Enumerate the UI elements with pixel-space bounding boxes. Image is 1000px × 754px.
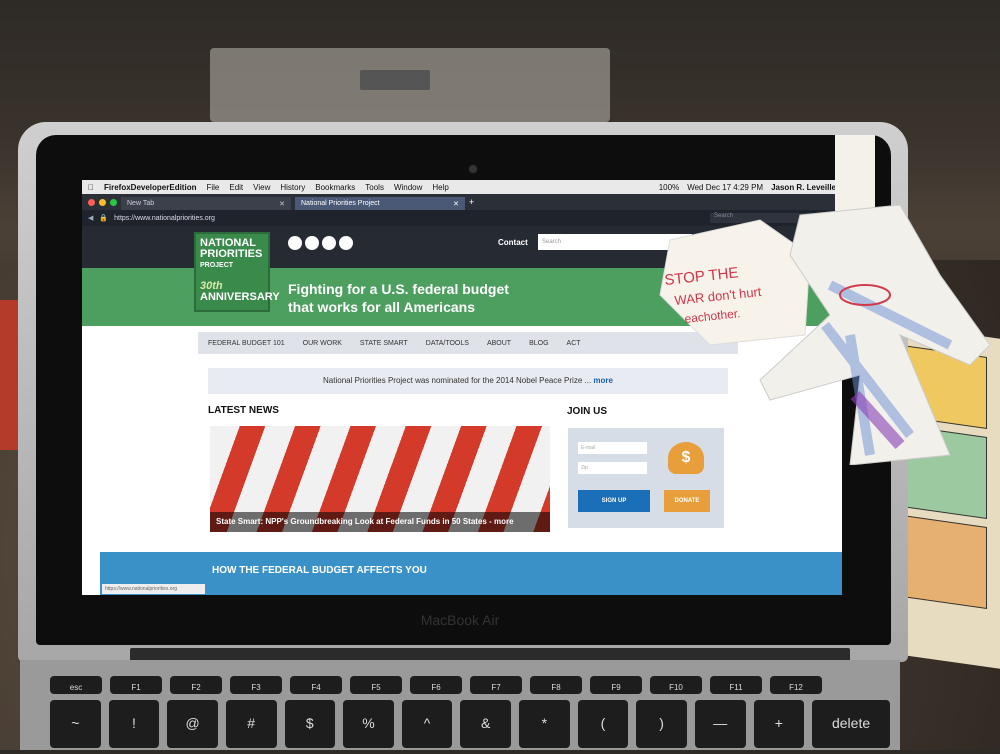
logo-line-3: PROJECT [200,262,234,269]
zip-field[interactable]: Zip [578,462,647,474]
key-f10[interactable]: F10 [650,676,702,694]
menu-view[interactable]: View [253,183,270,192]
paper-strip [835,135,875,215]
key-7[interactable]: & [460,700,511,748]
contact-link[interactable]: Contact [498,238,528,247]
menu-tools[interactable]: Tools [365,183,384,192]
nav-state-smart[interactable]: STATE SMART [360,340,408,347]
key-6[interactable]: ^ [401,700,453,748]
key-4[interactable]: $ [284,700,336,748]
logo-line-2: PRIORITIES [200,248,263,260]
hero-line-1: Fighting for a U.S. federal budget [288,281,509,297]
close-window-icon[interactable] [88,198,95,206]
hero-text: Fighting for a U.S. federal budget that … [288,280,509,316]
close-tab-icon[interactable]: ✕ [279,200,285,208]
facebook-icon[interactable] [288,236,302,250]
menu-file[interactable]: File [206,183,219,192]
menu-history[interactable]: History [280,183,305,192]
key-2[interactable]: @ [167,700,218,748]
photo-scene:  FirefoxDeveloperEdition File Edit View… [0,0,1000,750]
back-icon[interactable]: ◀ [88,214,93,222]
nav-data-tools[interactable]: DATA/TOOLS [426,340,469,347]
key-9[interactable]: ( [577,700,629,748]
menu-window[interactable]: Window [394,183,422,192]
new-tab-icon[interactable]: + [469,197,474,207]
key-f6[interactable]: F6 [410,676,462,694]
key-delete[interactable]: delete [812,700,891,748]
notice-text: National Priorities Project was nominate… [323,376,592,385]
nav-about[interactable]: ABOUT [487,340,511,347]
key-1[interactable]: ! [108,700,160,748]
tab-npp[interactable]: National Priorities Project ✕ [295,197,465,210]
menu-bookmarks[interactable]: Bookmarks [315,183,355,192]
notice-more-link[interactable]: more [593,376,613,385]
key-f4[interactable]: F4 [290,676,342,694]
email-field[interactable]: E-mail [578,442,647,454]
key-f2[interactable]: F2 [170,676,222,694]
url-bar[interactable]: https://www.nationalpriorities.org [114,215,215,222]
key-minus[interactable]: — [694,700,746,748]
hero-line-2: that works for all Americans [288,299,475,315]
youtube-icon[interactable] [322,236,336,250]
key-0[interactable]: ) [636,700,687,748]
tab-new[interactable]: New Tab ✕ [121,197,291,210]
key-f3[interactable]: F3 [230,676,282,694]
nav-blog[interactable]: BLOG [529,340,548,347]
nav-federal-budget-101[interactable]: FEDERAL BUDGET 101 [208,340,285,347]
sign-up-button[interactable]: SIGN UP [578,490,650,512]
apple-icon[interactable]:  [88,183,94,192]
tab-label: National Priorities Project [301,200,380,207]
menu-help[interactable]: Help [432,183,448,192]
key-f1[interactable]: F1 [110,676,162,694]
key-f9[interactable]: F9 [590,676,642,694]
keyboard: esc F1 F2 F3 F4 F5 F6 F7 F8 F9 F10 F11 F… [50,676,891,754]
key-f8[interactable]: F8 [530,676,582,694]
function-row: esc F1 F2 F3 F4 F5 F6 F7 F8 F9 F10 F11 F… [50,676,890,694]
npp-logo[interactable]: NATIONAL PRIORITIES PROJECT 30th ANNIVER… [194,232,280,312]
webcam [467,163,479,175]
band-title: HOW THE FEDERAL BUDGET AFFECTS YOU [212,565,427,576]
key-f11[interactable]: F11 [710,676,762,694]
laptop-brand: MacBook Air [420,612,500,628]
number-row: ~ ! @ # $ % ^ & * ( ) — + delete [50,700,891,748]
key-f5[interactable]: F5 [350,676,402,694]
stove-display [360,70,430,90]
social-icons [288,236,353,250]
menu-edit[interactable]: Edit [229,183,243,192]
key-f7[interactable]: F7 [470,676,522,694]
key-5[interactable]: % [343,700,394,748]
latest-news-heading: LATEST NEWS [208,405,279,416]
twitter-icon[interactable] [305,236,319,250]
nav-our-work[interactable]: OUR WORK [303,340,342,347]
rss-icon[interactable] [339,236,353,250]
donate-button[interactable]: DONATE [664,490,710,512]
tab-label: New Tab [127,200,155,207]
child-drawing-note: STOP THE WAR don't hurt eachother. [659,135,990,465]
key-tilde[interactable]: ~ [50,700,101,748]
close-tab-icon[interactable]: ✕ [453,200,459,208]
join-us-heading: JOIN US [567,406,608,417]
status-url: https://www.nationalpriorities.org [102,584,205,594]
minimize-window-icon[interactable] [99,198,106,206]
key-8[interactable]: * [519,700,570,748]
lock-icon: 🔒 [99,215,109,222]
key-esc[interactable]: esc [50,676,102,694]
key-3[interactable]: # [225,700,277,748]
key-plus[interactable]: + [753,700,805,748]
logo-anniversary: ANNIVERSARY [200,291,280,303]
zoom-window-icon[interactable] [110,198,117,206]
window-controls [88,198,117,206]
key-f12[interactable]: F12 [770,676,822,694]
nav-act[interactable]: ACT [567,340,581,347]
app-name[interactable]: FirefoxDeveloperEdition [104,183,196,192]
news-caption[interactable]: State Smart: NPP's Groundbreaking Look a… [210,512,550,532]
